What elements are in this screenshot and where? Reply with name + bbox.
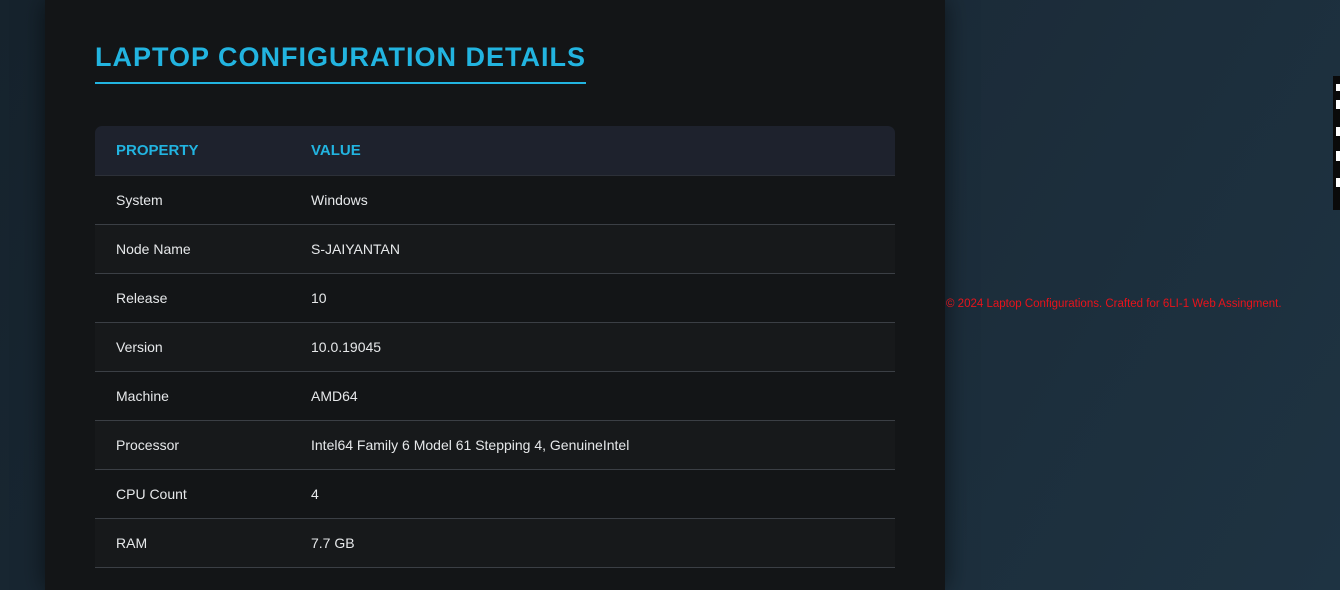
table-row: System Windows [95,175,895,225]
value-cell: Windows [290,175,895,225]
property-cell: RAM [95,518,290,568]
table-row: Release 10 [95,273,895,323]
value-cell: Intel64 Family 6 Model 61 Stepping 4, Ge… [290,420,895,470]
footer-copyright: © 2024 Laptop Configurations. Crafted fo… [946,298,1282,310]
table-row: RAM 7.7 GB [95,518,895,568]
value-cell: 4 [290,469,895,519]
property-cell: System [95,175,290,225]
chevron-down-icon[interactable] [1336,178,1340,187]
toolbar-button-icon[interactable] [1336,100,1340,109]
page-title: LAPTOP CONFIGURATION DETAILS [95,42,587,84]
column-header-value: VALUE [290,126,895,176]
value-cell: 10.0.19045 [290,322,895,372]
property-cell: Processor [95,420,290,470]
table-header-row: PROPERTY VALUE [95,126,895,176]
value-cell: S-JAIYANTAN [290,224,895,274]
table-row: CPU Count 4 [95,469,895,519]
property-cell: Node Name [95,224,290,274]
config-table: PROPERTY VALUE System Windows Node Name … [95,126,895,568]
value-cell: AMD64 [290,371,895,421]
toolbar-button-icon[interactable] [1336,127,1340,136]
column-header-property: PROPERTY [95,126,290,176]
table-row: Node Name S-JAIYANTAN [95,224,895,274]
property-cell: CPU Count [95,469,290,519]
property-cell: Version [95,322,290,372]
property-cell: Release [95,273,290,323]
table-row: Machine AMD64 [95,371,895,421]
edge-toolbar-widget[interactable] [1333,76,1340,210]
value-cell: 7.7 GB [290,518,895,568]
toolbar-button-icon[interactable] [1336,151,1340,161]
property-cell: Machine [95,371,290,421]
config-card: LAPTOP CONFIGURATION DETAILS PROPERTY VA… [45,0,945,590]
chevron-up-icon[interactable] [1336,84,1340,91]
table-row: Version 10.0.19045 [95,322,895,372]
value-cell: 10 [290,273,895,323]
table-row: Processor Intel64 Family 6 Model 61 Step… [95,420,895,470]
